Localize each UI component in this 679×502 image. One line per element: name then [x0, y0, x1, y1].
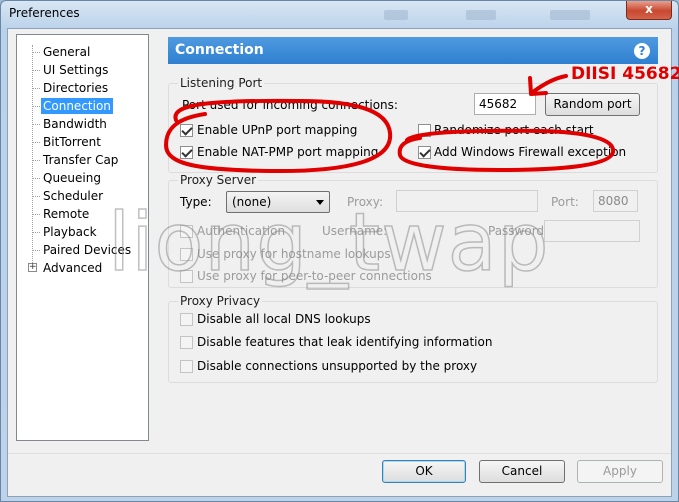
- page-title: Connection: [175, 42, 264, 58]
- sidebar-item-directories[interactable]: Directories: [41, 80, 110, 96]
- sidebar-item-connection[interactable]: Connection: [41, 98, 113, 114]
- tree-connector: [32, 160, 40, 161]
- leak-features-checkbox[interactable]: [180, 336, 193, 349]
- tree-connector: [32, 196, 40, 197]
- sidebar-item-bandwidth[interactable]: Bandwidth: [41, 116, 109, 132]
- incoming-port-label: Port used for incoming connections:: [182, 98, 398, 112]
- sidebar-item-remote[interactable]: Remote: [41, 206, 91, 222]
- sidebar-item-transfer-cap[interactable]: Transfer Cap: [41, 152, 120, 168]
- unsupported-connections-checkbox[interactable]: [180, 360, 193, 373]
- close-icon: x: [645, 2, 653, 16]
- help-icon[interactable]: ?: [634, 43, 650, 59]
- randomize-port-checkbox[interactable]: [418, 124, 431, 137]
- background-title-ghost: [550, 10, 590, 20]
- sidebar-item-general[interactable]: General: [41, 44, 92, 60]
- annotation-text: DIISI 45682: [571, 64, 679, 84]
- natpmp-label[interactable]: Enable NAT-PMP port mapping: [197, 145, 378, 159]
- window-title: Preferences: [9, 6, 80, 20]
- tree-connector: [32, 70, 40, 71]
- tree-connector: [32, 88, 40, 89]
- firewall-exception-checkbox[interactable]: [418, 146, 431, 159]
- section-header: Connection ?: [168, 37, 658, 64]
- sidebar-item-bittorrent[interactable]: BitTorrent: [41, 134, 103, 150]
- tree-connector: [32, 232, 40, 233]
- firewall-exception-label[interactable]: Add Windows Firewall exception: [434, 145, 626, 159]
- incoming-port-input[interactable]: 45682: [474, 93, 536, 115]
- expand-icon[interactable]: +: [28, 263, 37, 272]
- title-bar[interactable]: Preferences x: [1, 1, 678, 27]
- sidebar-item-advanced[interactable]: Advanced: [41, 260, 104, 276]
- upnp-label[interactable]: Enable UPnP port mapping: [197, 123, 357, 137]
- natpmp-checkbox[interactable]: [180, 146, 193, 159]
- listening-port-title: Listening Port: [178, 76, 265, 90]
- background-title-ghost: [466, 10, 496, 20]
- close-button[interactable]: x: [626, 1, 672, 20]
- tree-connector: [32, 106, 40, 107]
- randomize-port-label[interactable]: Randomize port each start: [434, 123, 594, 137]
- password-input[interactable]: [544, 220, 640, 242]
- tree-connector: [32, 214, 40, 215]
- local-dns-label[interactable]: Disable all local DNS lookups: [197, 312, 371, 326]
- upnp-checkbox[interactable]: [180, 124, 193, 137]
- sidebar-item-playback[interactable]: Playback: [41, 224, 99, 240]
- tree-connector: [32, 250, 40, 251]
- local-dns-checkbox[interactable]: [180, 313, 193, 326]
- tree-connector: [32, 124, 40, 125]
- random-port-button[interactable]: Random port: [545, 93, 640, 116]
- unsupported-connections-label[interactable]: Disable connections unsupported by the p…: [197, 359, 477, 373]
- footer-divider: [8, 453, 671, 454]
- background-title-ghost: [384, 10, 408, 20]
- watermark-text: liong_twap: [107, 195, 550, 290]
- sidebar-item-queueing[interactable]: Queueing: [41, 170, 103, 186]
- leak-features-label[interactable]: Disable features that leak identifying i…: [197, 335, 492, 349]
- proxy-privacy-title: Proxy Privacy: [178, 294, 263, 308]
- proxy-port-input[interactable]: 8080: [593, 190, 638, 212]
- sidebar-item-ui-settings[interactable]: UI Settings: [41, 62, 110, 78]
- cancel-button[interactable]: Cancel: [479, 460, 565, 483]
- ok-button[interactable]: OK: [382, 460, 466, 483]
- tree-connector: [32, 52, 40, 53]
- tree-connector: [32, 142, 40, 143]
- sidebar-item-scheduler[interactable]: Scheduler: [41, 188, 105, 204]
- proxy-server-title: Proxy Server: [178, 173, 259, 187]
- tree-connector: [32, 178, 40, 179]
- proxy-port-label: Port:: [551, 195, 579, 209]
- apply-button[interactable]: Apply: [577, 460, 663, 483]
